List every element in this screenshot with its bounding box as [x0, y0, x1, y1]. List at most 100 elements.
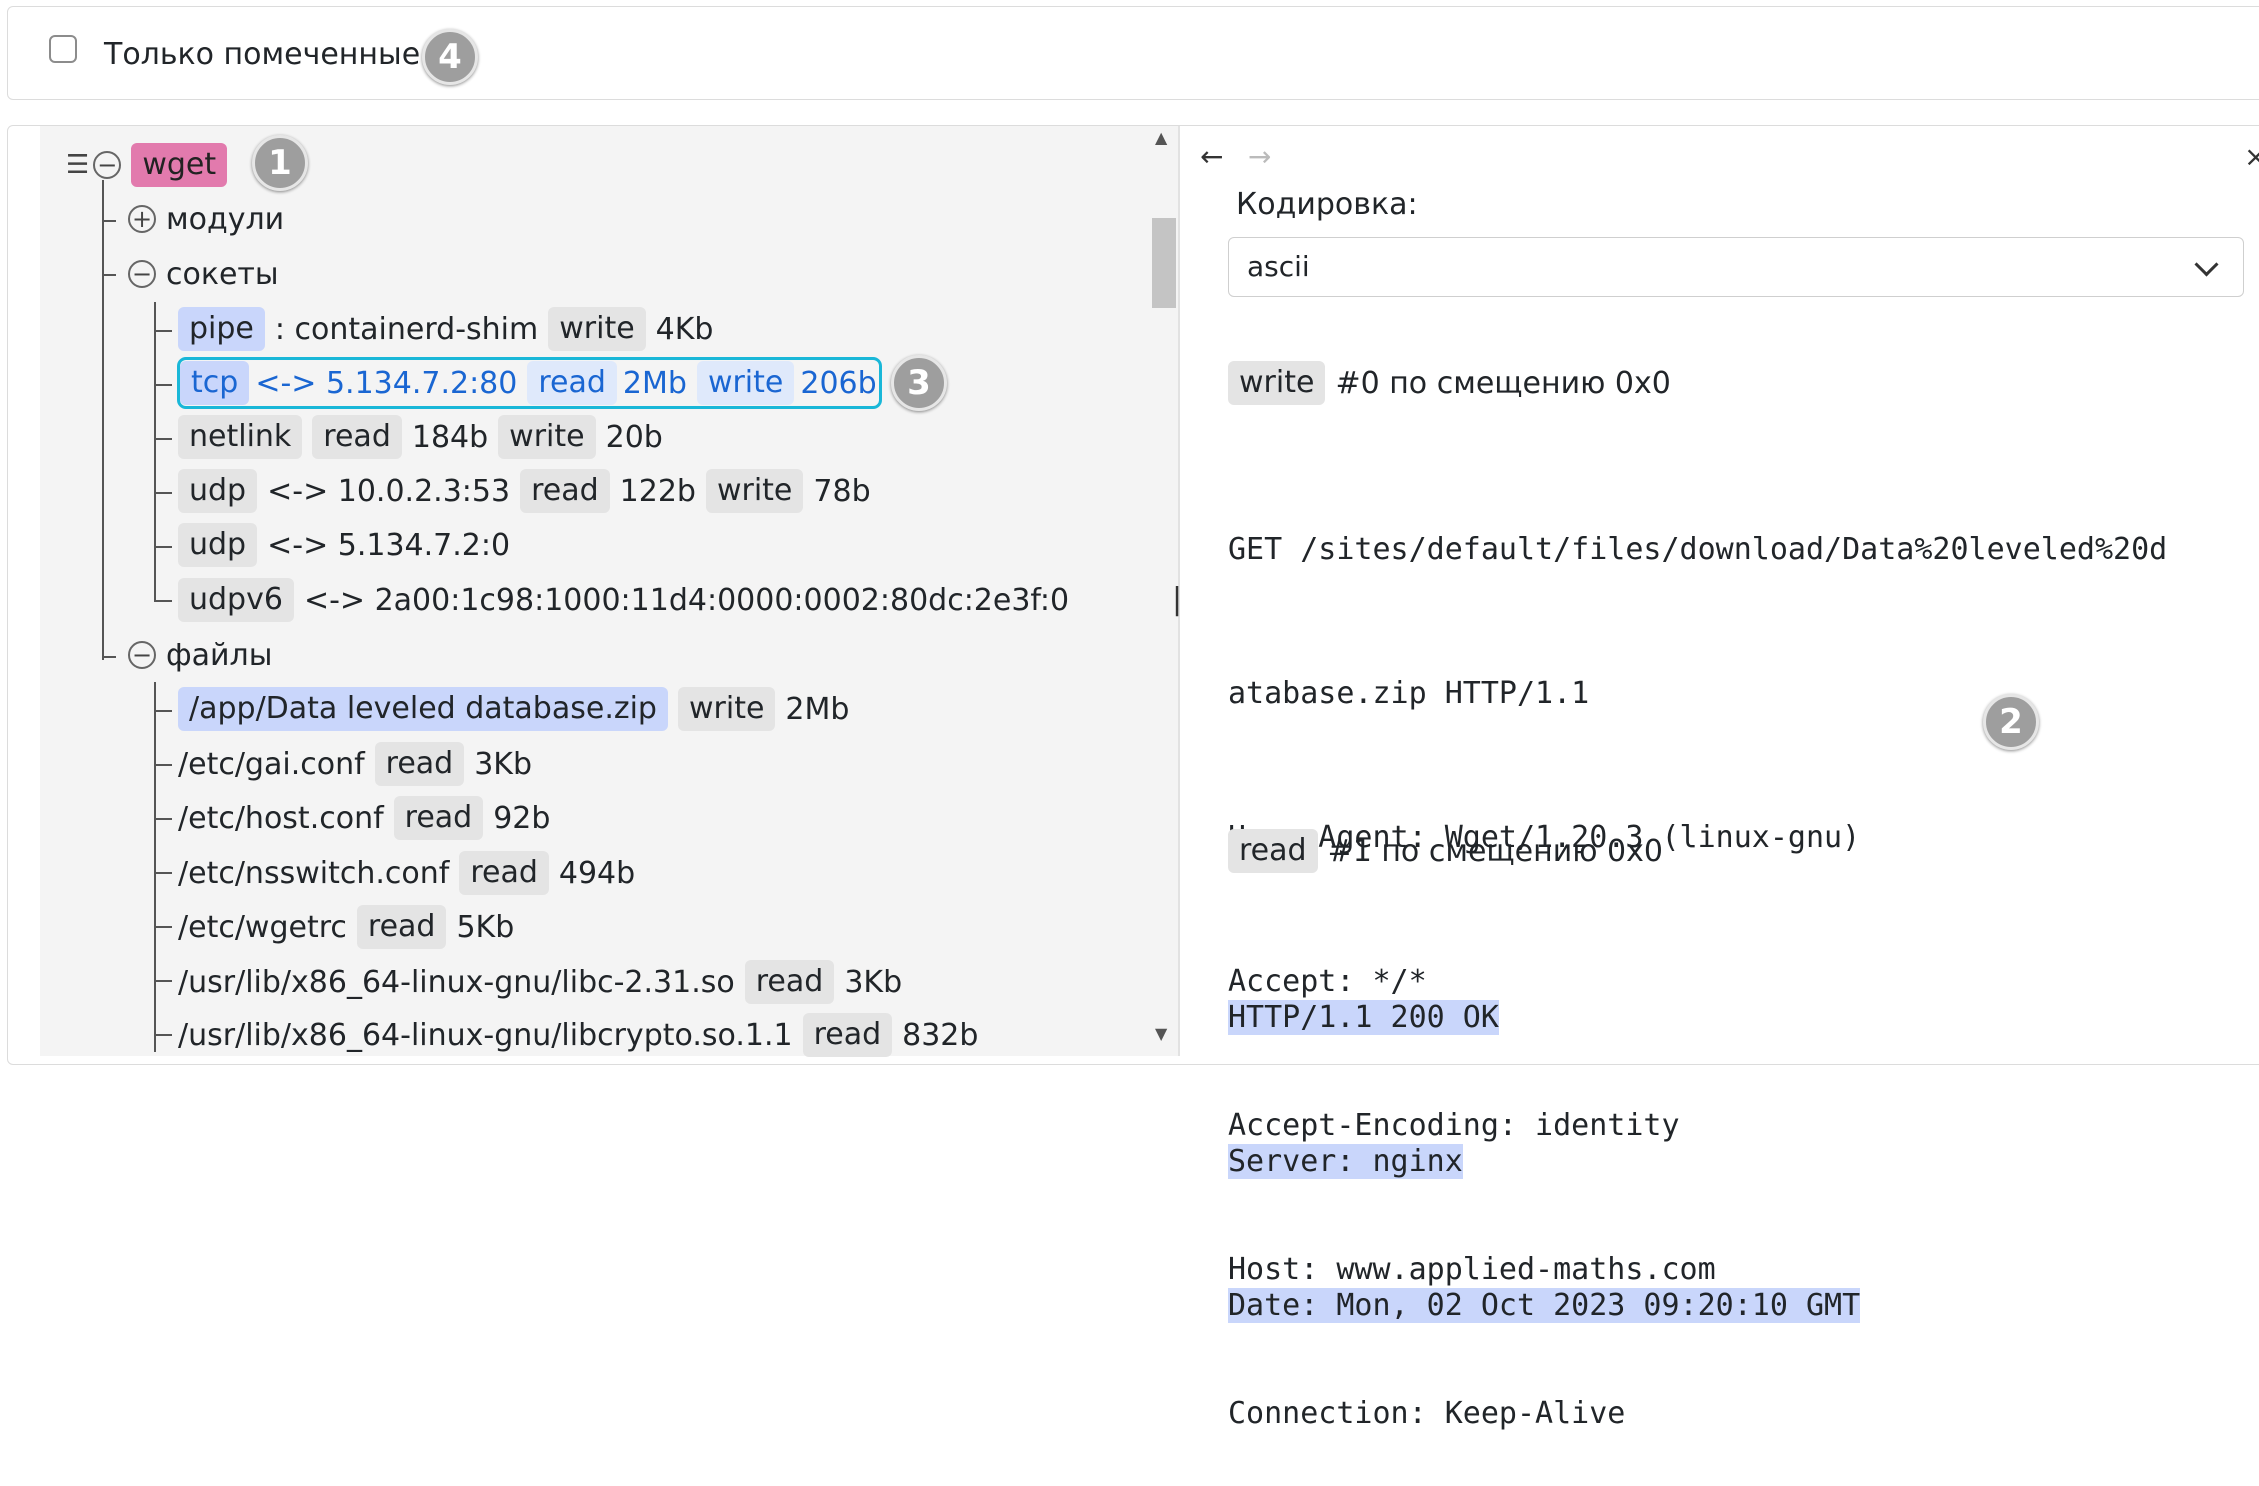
op-tag: read — [802, 1013, 893, 1057]
op-size: 2Mb — [622, 365, 687, 401]
callout-badge-2: 2 — [1983, 694, 2039, 750]
forward-arrow-icon[interactable]: → — [1248, 140, 1271, 173]
socket-peer: <-> 5.134.7.2:0 — [267, 527, 511, 563]
socket-type: netlink — [178, 415, 303, 459]
tree-line — [154, 492, 172, 494]
close-icon[interactable]: × — [2244, 140, 2259, 173]
content-line: Connection: Keep-Alive — [1228, 1396, 1626, 1431]
op-tag: read — [312, 415, 402, 459]
socket-row[interactable]: pipe : containerd-shim write 4Kb — [178, 306, 723, 352]
op-tag: read — [374, 742, 465, 786]
op-tag: read — [527, 361, 617, 405]
file-row[interactable]: /app/Data leveled database.zip write 2Mb — [178, 686, 859, 732]
op-size: 206b — [800, 365, 877, 401]
op-size: 832b — [902, 1017, 979, 1053]
tree-line — [102, 180, 104, 660]
socket-type: udpv6 — [178, 578, 294, 622]
file-row[interactable]: /usr/lib/x86_64-linux-gnu/libc-2.31.so r… — [178, 959, 912, 1005]
process-name[interactable]: wget — [131, 143, 228, 187]
op-size: 3Kb — [844, 964, 903, 1000]
tree-line — [154, 926, 172, 928]
tree-line — [154, 682, 156, 1052]
op-size: 92b — [493, 800, 551, 836]
callout-badge-3: 3 — [891, 355, 947, 411]
socket-row[interactable]: udp <-> 5.134.7.2:0 — [178, 522, 520, 568]
tree-group-sockets[interactable]: − сокеты — [128, 251, 279, 297]
tree-group-modules[interactable]: + модули — [128, 196, 284, 242]
read-block-content: HTTP/1.1 200 OK Server: nginx Date: Mon,… — [1228, 898, 1861, 1378]
op-tag: write — [696, 361, 795, 405]
socket-peer: <-> 5.134.7.2:80 — [255, 365, 518, 401]
group-label: файлы — [166, 637, 273, 673]
encoding-value: ascii — [1247, 250, 1310, 283]
block-title: #0 по смещению 0x0 — [1335, 365, 1671, 401]
tree-line — [154, 546, 172, 548]
socket-type: pipe — [178, 307, 265, 351]
chevron-down-icon — [2194, 252, 2219, 277]
tree-line — [154, 710, 172, 712]
expand-icon[interactable]: + — [128, 205, 156, 233]
op-tag: write — [548, 307, 646, 351]
group-label: сокеты — [166, 256, 279, 292]
only-marked-label[interactable]: Только помеченные — [104, 38, 420, 72]
socket-type: udp — [178, 469, 258, 513]
tree-line — [102, 656, 116, 658]
op-size: 122b — [619, 473, 696, 509]
group-label: модули — [166, 201, 285, 237]
op-tag: write — [1228, 361, 1326, 405]
op-size: 5Kb — [456, 909, 515, 945]
only-marked-checkbox[interactable] — [49, 35, 77, 63]
file-path: /etc/nsswitch.conf — [178, 855, 450, 891]
file-path: /etc/gai.conf — [178, 746, 365, 782]
op-size: 184b — [411, 419, 489, 455]
tree-line — [154, 302, 156, 602]
op-tag: read — [356, 905, 447, 949]
block-title: #1 по смещению 0x0 — [1327, 833, 1663, 869]
callout-badge-4: 4 — [422, 29, 478, 85]
filter-bar: Только помеченные 4 — [7, 6, 2259, 100]
tree-group-files[interactable]: − файлы — [128, 632, 272, 678]
file-row[interactable]: /etc/gai.conf read 3Kb — [178, 741, 542, 787]
collapse-icon[interactable]: − — [128, 641, 156, 669]
file-path: /usr/lib/x86_64-linux-gnu/libcrypto.so.1… — [178, 1017, 793, 1053]
tree-line — [154, 764, 172, 766]
scroll-up-arrow-icon[interactable]: ▲ — [1155, 128, 1167, 147]
content-line: HTTP/1.1 200 OK — [1228, 1000, 1499, 1035]
tree-line — [154, 872, 172, 874]
op-tag: read — [520, 469, 610, 513]
tree-line — [154, 980, 172, 982]
op-tag: read — [393, 796, 484, 840]
content-line: GET /sites/default/files/download/Data%2… — [1228, 532, 2168, 567]
op-size: 78b — [813, 473, 871, 509]
tree-root-row[interactable]: ☰ − wget — [66, 142, 237, 188]
file-path: /etc/wgetrc — [178, 909, 347, 945]
socket-peer: <-> 2a00:1c98:1000:11d4:0000:0002:80dc:2… — [303, 582, 1070, 618]
op-tag: read — [744, 960, 835, 1004]
socket-type: tcp — [180, 361, 250, 405]
encoding-select[interactable]: ascii — [1228, 237, 2244, 297]
socket-row[interactable]: netlink read 184b write 20b — [178, 414, 673, 460]
tree-line — [154, 330, 172, 332]
collapse-icon[interactable]: − — [128, 260, 156, 288]
tree-line — [102, 220, 116, 222]
socket-row-selected[interactable]: tcp <-> 5.134.7.2:80 read 2Mb write 206b — [177, 357, 882, 409]
socket-row[interactable]: udpv6 <-> 2a00:1c98:1000:11d4:0000:0002:… — [178, 577, 1079, 623]
tree-scroll-thumb[interactable] — [1152, 218, 1176, 308]
back-arrow-icon[interactable]: ← — [1200, 140, 1223, 173]
scroll-down-arrow-icon[interactable]: ▼ — [1155, 1024, 1167, 1043]
socket-type: udp — [178, 523, 258, 567]
collapse-all-icon[interactable]: ☰ — [66, 150, 89, 180]
file-row[interactable]: /etc/host.conf read 92b — [178, 795, 560, 841]
file-path: /app/Data leveled database.zip — [178, 687, 668, 731]
file-row[interactable]: /etc/nsswitch.conf read 494b — [178, 850, 645, 896]
file-path: /etc/host.conf — [178, 800, 384, 836]
file-row[interactable]: /etc/wgetrc read 5Kb — [178, 904, 524, 950]
socket-row[interactable]: udp <-> 10.0.2.3:53 read 122b write 78b — [178, 468, 881, 514]
collapse-icon[interactable]: − — [93, 151, 122, 179]
op-size: 494b — [558, 855, 636, 891]
op-size: 2Mb — [785, 691, 850, 727]
write-block-header: write #0 по смещению 0x0 — [1228, 361, 1671, 405]
op-tag: write — [498, 415, 596, 459]
op-size: 20b — [605, 419, 663, 455]
file-row[interactable]: /usr/lib/x86_64-linux-gnu/libcrypto.so.1… — [178, 1012, 988, 1058]
